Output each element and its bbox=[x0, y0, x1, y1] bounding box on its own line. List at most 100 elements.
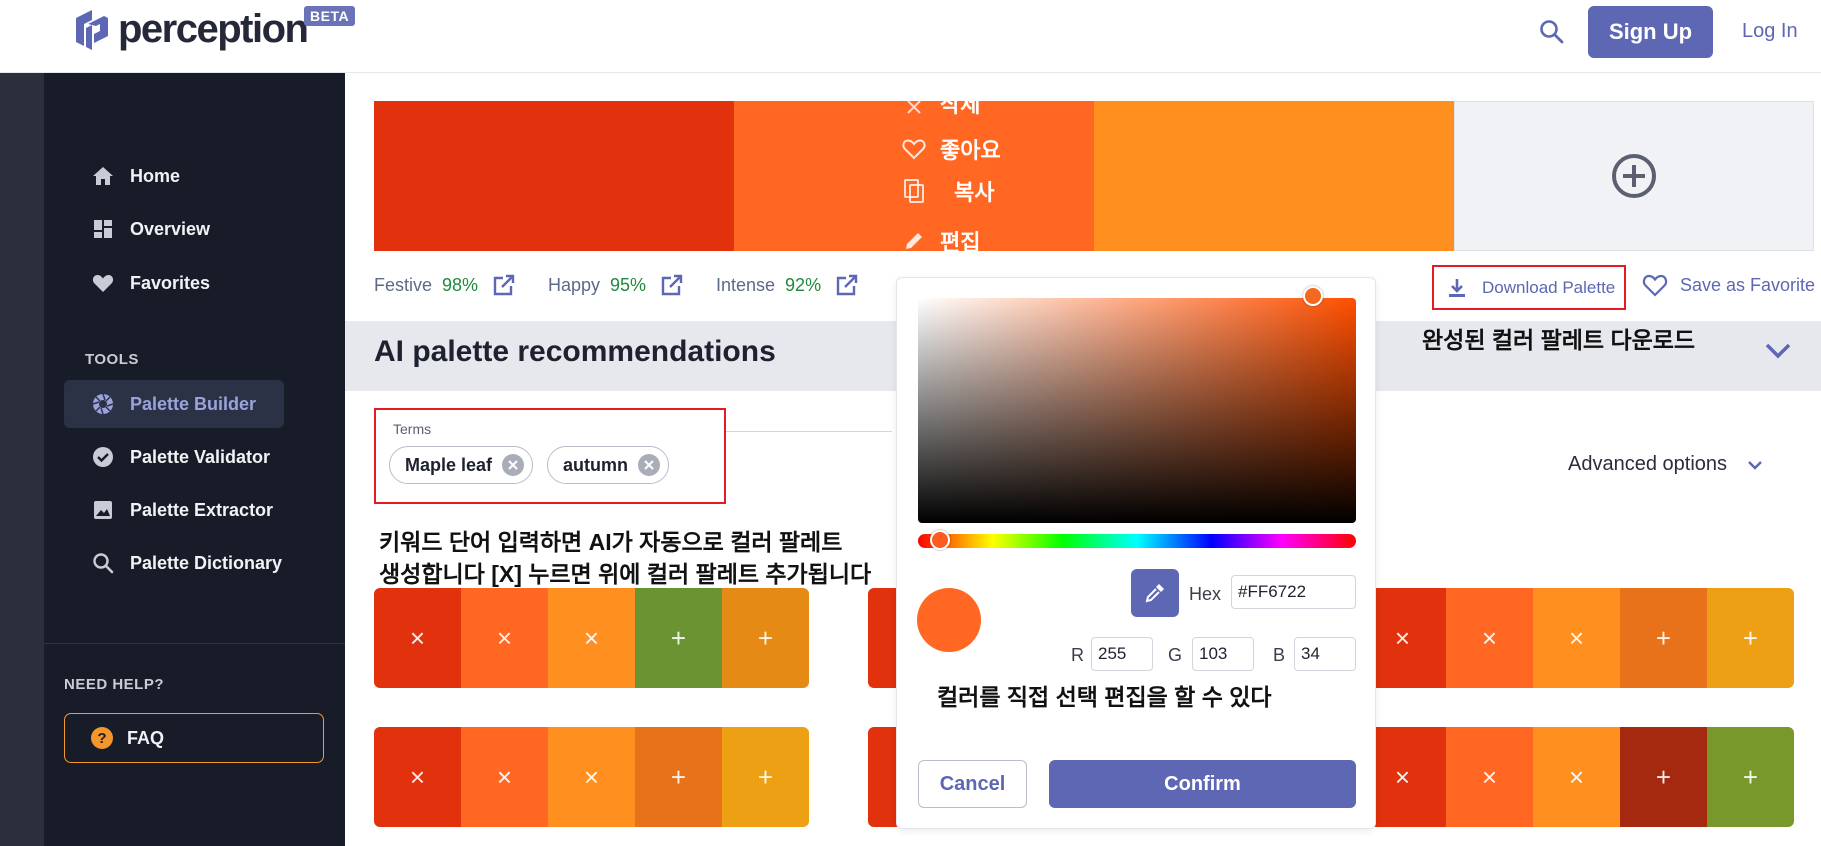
saturation-value-area[interactable] bbox=[918, 286, 1356, 523]
swatch-menu-edit[interactable]: 편집 bbox=[900, 225, 980, 257]
sidebar-item-label: Palette Dictionary bbox=[130, 552, 283, 573]
home-icon bbox=[90, 163, 116, 189]
logo[interactable]: perception bbox=[72, 4, 309, 54]
recommended-palette[interactable]: × × × + + bbox=[1359, 588, 1794, 688]
search-icon bbox=[90, 550, 116, 576]
search-icon[interactable] bbox=[1538, 18, 1568, 48]
b-input[interactable]: 34 bbox=[1294, 637, 1356, 671]
beta-badge: BETA bbox=[304, 6, 356, 26]
remove-term-icon[interactable] bbox=[638, 454, 660, 476]
recommended-color-cell[interactable]: + bbox=[1707, 727, 1794, 827]
sidebar-item-home[interactable]: Home bbox=[90, 153, 180, 199]
aperture-icon bbox=[90, 391, 116, 417]
recommended-color-cell[interactable]: + bbox=[635, 588, 722, 688]
hex-label: Hex bbox=[1189, 584, 1222, 604]
eyedropper-icon bbox=[1145, 584, 1164, 603]
sidebar: Home Overview Favorites TOOLS Palette Bu… bbox=[44, 73, 345, 846]
recommended-color-cell[interactable]: × bbox=[461, 727, 548, 827]
remove-term-icon[interactable] bbox=[502, 454, 525, 476]
tools-section-label: TOOLS bbox=[85, 351, 139, 368]
g-input[interactable]: 103 bbox=[1192, 637, 1254, 671]
mood-value: 92% bbox=[785, 274, 822, 295]
download-palette-button[interactable]: Download Palette bbox=[1432, 265, 1626, 310]
mood-label: Happy bbox=[548, 274, 601, 295]
recommended-color-cell[interactable]: + bbox=[1620, 588, 1707, 688]
sidebar-item-label: Overview bbox=[130, 218, 211, 239]
dashboard-icon bbox=[90, 216, 116, 242]
terms-label: Terms bbox=[393, 421, 432, 437]
sidebar-item-palette-extractor[interactable]: Palette Extractor bbox=[90, 487, 273, 533]
add-swatch-button[interactable] bbox=[1454, 101, 1814, 251]
sidebar-item-palette-validator[interactable]: Palette Validator bbox=[90, 434, 270, 480]
mood-happy: Happy 95% bbox=[548, 273, 684, 297]
terms-annotation-line2: 생성합니다 [X] 누르면 위에 컬러 팔레트 추가됩니다 bbox=[379, 561, 872, 587]
download-label: Download Palette bbox=[1482, 277, 1616, 297]
mood-festive: Festive 98% bbox=[374, 273, 516, 297]
term-chip: Maple leaf bbox=[389, 446, 534, 484]
faq-button[interactable]: ? FAQ bbox=[64, 713, 324, 763]
favorite-label: Save as Favorite bbox=[1680, 274, 1816, 295]
save-favorite-button[interactable]: Save as Favorite bbox=[1642, 273, 1815, 297]
external-link-icon[interactable] bbox=[492, 273, 516, 297]
image-icon bbox=[90, 497, 116, 523]
term-text: autumn bbox=[563, 454, 628, 475]
recommended-color-cell[interactable]: × bbox=[461, 588, 548, 688]
mood-value: 95% bbox=[610, 274, 647, 295]
external-link-icon[interactable] bbox=[660, 273, 684, 297]
perception-logo-icon bbox=[76, 10, 108, 50]
sidebar-divider bbox=[44, 643, 345, 644]
recommended-palette[interactable]: × × × + + bbox=[374, 588, 809, 688]
faq-label: FAQ bbox=[127, 727, 165, 748]
recommended-palette[interactable]: × × × + + bbox=[1359, 727, 1794, 827]
log-in-link[interactable]: Log In bbox=[1742, 20, 1798, 43]
sidebar-item-overview[interactable]: Overview bbox=[90, 206, 210, 252]
recommended-color-cell[interactable]: × bbox=[374, 588, 461, 688]
top-header: perception BETA Sign Up Log In bbox=[0, 0, 1821, 73]
sidebar-item-palette-builder[interactable]: Palette Builder bbox=[90, 381, 256, 427]
menu-label: 좋아요 bbox=[940, 138, 1001, 163]
cancel-button[interactable]: Cancel bbox=[918, 760, 1027, 808]
swatch-menu-copy[interactable]: 복사 bbox=[900, 175, 994, 207]
chevron-down-icon[interactable] bbox=[1764, 342, 1792, 365]
swatch-menu-like[interactable]: 좋아요 bbox=[900, 133, 1001, 165]
hex-input[interactable]: #FF6722 bbox=[1231, 575, 1356, 609]
mood-label: Intense bbox=[716, 274, 776, 295]
recommended-color-cell[interactable]: + bbox=[722, 727, 809, 827]
confirm-button[interactable]: Confirm bbox=[1049, 760, 1356, 808]
heart-outline-icon bbox=[900, 138, 928, 160]
recommended-color-cell[interactable]: × bbox=[1446, 588, 1533, 688]
external-link-icon[interactable] bbox=[835, 273, 859, 297]
mood-value: 98% bbox=[442, 274, 479, 295]
plus-circle-icon bbox=[1612, 154, 1656, 198]
sidebar-item-favorites[interactable]: Favorites bbox=[90, 260, 210, 306]
recommended-color-cell[interactable]: + bbox=[1707, 588, 1794, 688]
swatch-menu-delete[interactable]: 삭제 bbox=[900, 93, 980, 121]
r-input[interactable]: 255 bbox=[1091, 637, 1153, 671]
hue-handle[interactable] bbox=[930, 530, 950, 550]
hue-slider[interactable] bbox=[918, 530, 1356, 550]
recommended-color-cell[interactable]: × bbox=[548, 727, 635, 827]
heart-outline-icon bbox=[1642, 274, 1668, 297]
recommended-color-cell[interactable]: + bbox=[1620, 727, 1707, 827]
recommended-color-cell[interactable]: + bbox=[635, 727, 722, 827]
eyedropper-button[interactable] bbox=[1131, 569, 1179, 617]
recommended-palette[interactable]: × × × + + bbox=[374, 727, 809, 827]
recommended-color-cell[interactable]: × bbox=[1533, 727, 1620, 827]
check-circle-icon bbox=[90, 444, 116, 470]
palette-swatch-1[interactable] bbox=[374, 101, 734, 251]
sidebar-item-label: Palette Validator bbox=[130, 446, 271, 467]
terms-underline bbox=[726, 431, 892, 432]
sidebar-item-palette-dictionary[interactable]: Palette Dictionary bbox=[90, 540, 282, 586]
recommended-color-cell[interactable]: × bbox=[374, 727, 461, 827]
recommended-color-cell[interactable]: × bbox=[1446, 727, 1533, 827]
saturation-handle[interactable] bbox=[1303, 286, 1323, 306]
advanced-options-toggle[interactable]: Advanced options bbox=[1568, 453, 1763, 476]
recommended-color-cell[interactable]: × bbox=[1533, 588, 1620, 688]
download-icon bbox=[1449, 278, 1465, 297]
sign-up-button[interactable]: Sign Up bbox=[1588, 6, 1713, 58]
recommended-color-cell[interactable]: × bbox=[548, 588, 635, 688]
palette-swatch-3[interactable] bbox=[1094, 101, 1454, 251]
color-preview bbox=[917, 588, 981, 652]
question-icon: ? bbox=[91, 727, 113, 749]
recommended-color-cell[interactable]: + bbox=[722, 588, 809, 688]
